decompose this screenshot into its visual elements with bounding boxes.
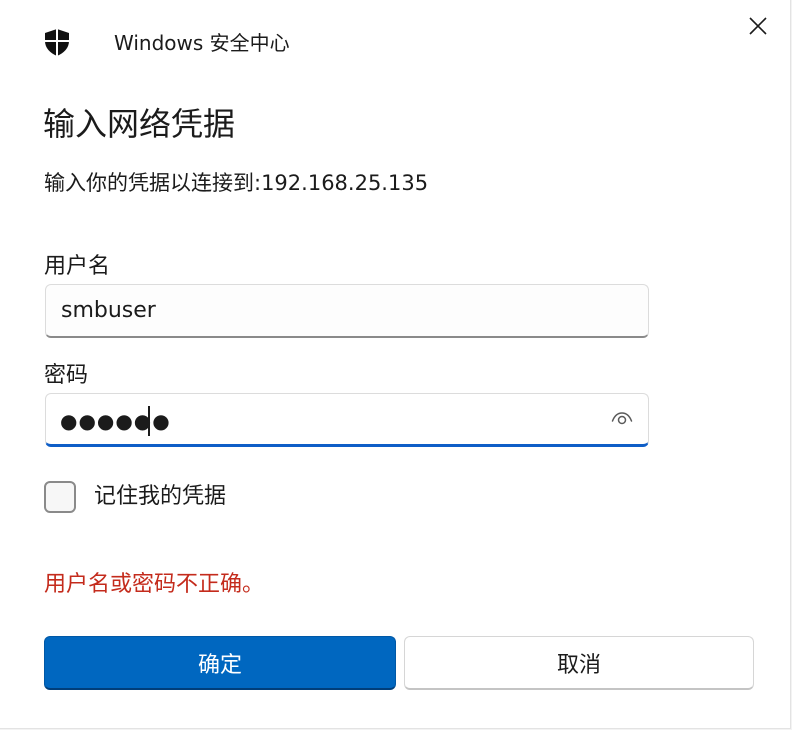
username-value: smbuser [61,298,156,323]
password-label: 密码 [44,363,89,388]
app-title: Windows 安全中心 [114,31,290,55]
username-field[interactable]: smbuser [45,284,649,338]
password-field[interactable]: ●●●●●● [45,393,649,447]
password-value: ●●●●●● [60,409,171,433]
username-label: 用户名 [44,254,111,279]
credential-dialog: Windows 安全中心 输入网络凭据 输入你的凭据以连接到:192.168.2… [0,0,791,729]
dialog-subtitle: 输入你的凭据以连接到:192.168.25.135 [44,171,429,195]
remember-credentials-row[interactable]: 记住我的凭据 [44,479,226,515]
error-message: 用户名或密码不正确。 [44,572,265,597]
remember-checkbox[interactable] [44,481,76,513]
ok-button[interactable]: 确定 [44,636,396,690]
text-caret [148,406,150,436]
dialog-heading: 输入网络凭据 [43,105,236,143]
cancel-button[interactable]: 取消 [404,636,754,690]
eye-icon [611,410,633,430]
title-bar: Windows 安全中心 [0,0,790,84]
shield-icon [42,27,72,57]
close-button[interactable] [736,6,780,50]
reveal-password-button[interactable] [608,406,636,434]
remember-label: 记住我的凭据 [94,484,227,509]
close-icon [748,16,768,40]
